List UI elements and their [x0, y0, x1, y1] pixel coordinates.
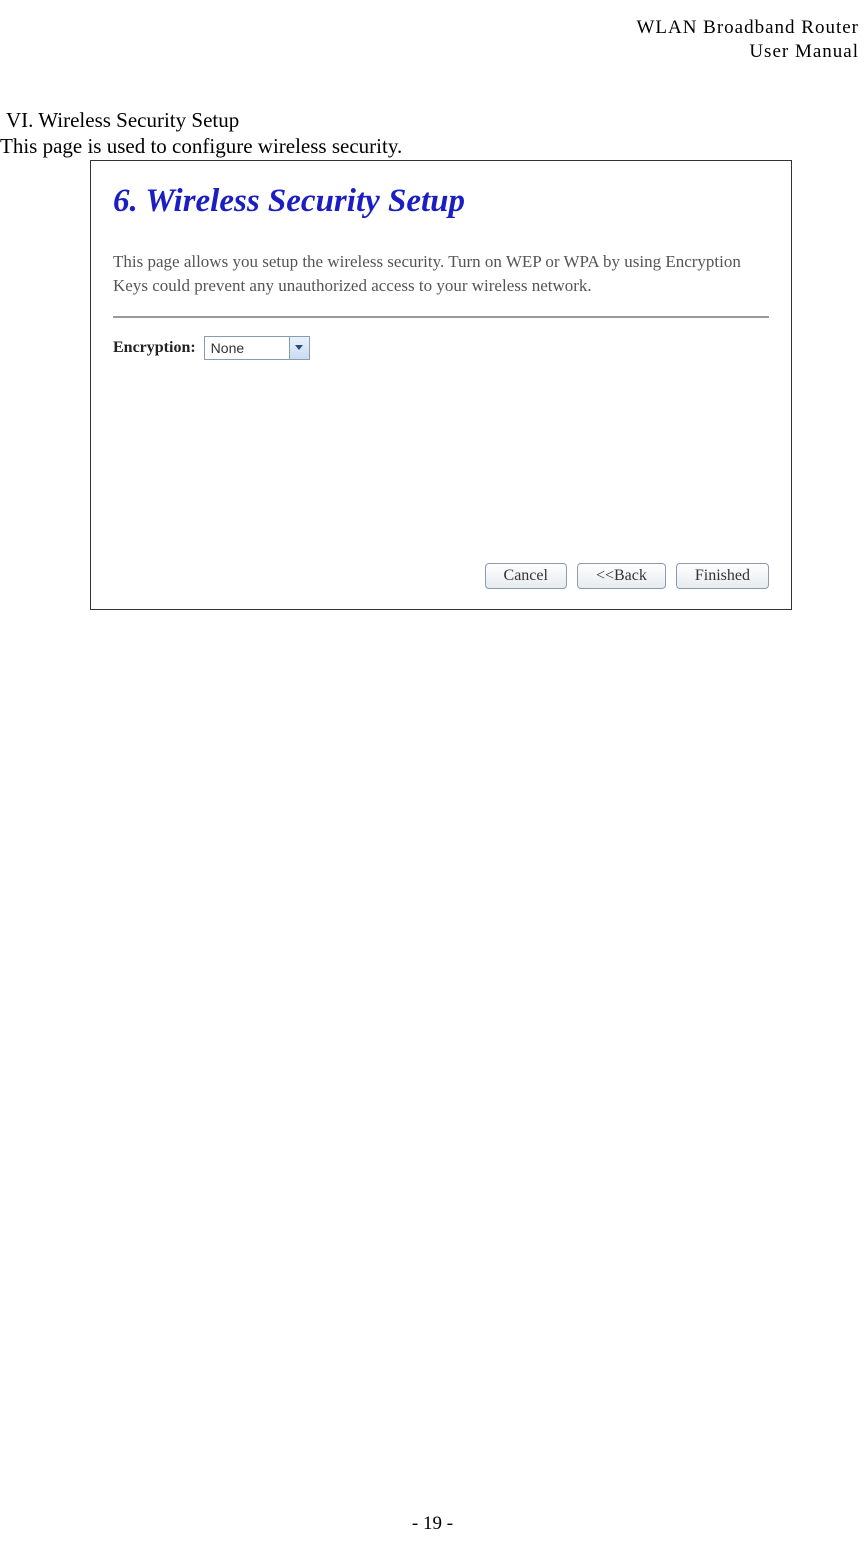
doc-header-line1: WLAN Broadband Router: [636, 16, 859, 40]
cancel-button[interactable]: Cancel: [485, 563, 567, 589]
chevron-down-icon: [289, 337, 309, 359]
encryption-field-row: Encryption: None: [113, 336, 769, 360]
section-description: This page is used to configure wireless …: [0, 134, 402, 159]
section-heading: VI. Wireless Security Setup: [6, 108, 239, 133]
wireless-security-panel: 6. Wireless Security Setup This page all…: [90, 160, 792, 610]
page-number: - 19 -: [0, 1513, 865, 1535]
finished-button[interactable]: Finished: [676, 563, 769, 589]
encryption-label: Encryption:: [113, 339, 196, 357]
divider: [113, 316, 769, 318]
encryption-select-value: None: [205, 340, 289, 356]
button-row: Cancel <<Back Finished: [485, 563, 769, 589]
panel-body-text: This page allows you setup the wireless …: [113, 250, 769, 298]
back-button[interactable]: <<Back: [577, 563, 666, 589]
doc-header-line2: User Manual: [636, 40, 859, 64]
encryption-select[interactable]: None: [204, 336, 310, 360]
panel-title: 6. Wireless Security Setup: [113, 183, 769, 220]
doc-header: WLAN Broadband Router User Manual: [636, 16, 859, 64]
